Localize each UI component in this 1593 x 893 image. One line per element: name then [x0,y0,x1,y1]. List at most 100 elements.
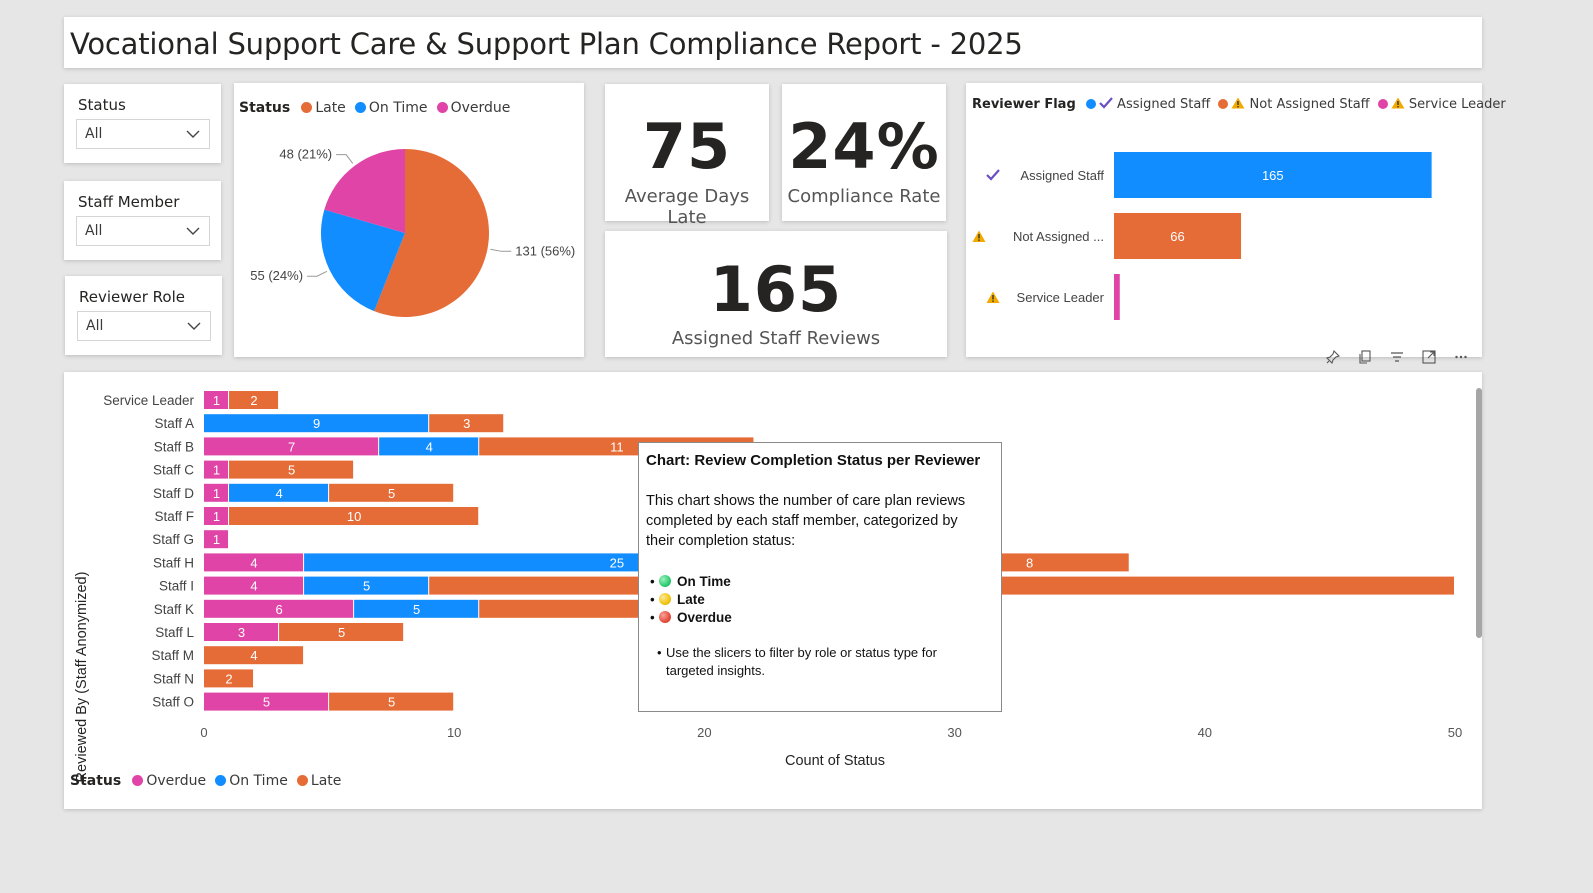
reviewer-flag-bar-chart[interactable]: 165 Assigned Staff 66 Not Assigned ... Servi… [966,83,1482,357]
late-legend-label: Late [310,773,342,789]
bar-data-label: 8 [1026,555,1033,570]
status-slicer-label: Status [78,96,126,114]
x-tick-label: 30 [947,725,961,740]
bullet: • [650,610,655,625]
x-axis-title: Count of Status [785,753,885,769]
stacked-legend-on-time[interactable]: On Time [215,773,288,789]
bar-data-label: 6 [275,602,282,617]
tooltip-item-label: Late [677,592,705,607]
stacked-legend-title: Status [70,773,122,789]
bar-data-label: 4 [250,579,257,594]
pie-leader-line [307,270,328,277]
status-pie-chart-panel[interactable]: Status Late On Time Overdue 131 (56%) 55 … [234,83,584,357]
filter-icon[interactable] [1390,350,1404,364]
bar-data-label: 1 [213,393,220,408]
avg-days-late-value: 75 [642,110,732,183]
on-time-legend-label: On Time [229,773,288,789]
focus-mode-icon[interactable] [1422,350,1436,364]
x-tick-label: 10 [447,725,461,740]
bar-data-label: 2 [225,671,232,686]
bar-data-label: 5 [288,463,295,478]
y-category-label: Staff A [154,416,194,431]
y-category-label: Staff B [154,439,194,454]
bar-data-label: 5 [388,695,395,710]
assigned-staff-reviews-value: 165 [709,253,843,326]
y-category-label: Staff D [153,486,194,501]
stacked-legend-overdue[interactable]: Overdue [132,773,206,789]
bar-data-label: 3 [463,416,470,431]
x-tick-label: 40 [1198,725,1212,740]
late-legend-dot [296,775,308,786]
staff-member-dropdown-value: All [85,223,103,239]
yellow-circle-icon [659,593,671,605]
copy-icon[interactable] [1358,350,1372,364]
report-title: Vocational Support Care & Support Plan C… [70,27,1023,61]
tooltip-note: • Use the slicers to filter by role or st… [657,644,986,680]
status-dropdown[interactable]: All [76,119,210,149]
bar-data-label: 3 [238,625,245,640]
bar-data-label: 1 [213,509,220,524]
pie-leader-line [490,248,512,252]
pin-icon[interactable] [1326,350,1340,364]
chart-info-tooltip: Chart: Review Completion Status per Revi… [638,442,1002,712]
staff-member-slicer-label: Staff Member [78,193,180,211]
flag-category-label: Service Leader [1017,290,1105,305]
bullet: • [650,574,655,589]
tooltip-item-overdue: • Overdue [650,610,732,625]
y-category-label: Service Leader [103,393,194,408]
pie-chart[interactable]: 131 (56%) 55 (24%) 48 (21%) [234,83,584,357]
bar-data-label: 7 [288,439,295,454]
bar-data-label: 5 [338,625,345,640]
visual-header-toolbar [1318,347,1476,367]
flag-bar-data-label: 165 [1262,168,1284,183]
reviewer-role-dropdown-value: All [86,318,104,334]
pie-data-label-late: 131 (56%) [515,243,575,258]
bar-data-label: 4 [275,486,282,501]
bar-data-label: 1 [213,532,220,547]
compliance-rate-label: Compliance Rate [787,186,941,207]
flag-bar-2[interactable] [1114,274,1120,320]
overdue-legend-dot [132,775,144,786]
y-category-label: Staff C [153,463,194,478]
assigned-staff-reviews-label: Assigned Staff Reviews [671,328,881,349]
tooltip-item-late: • Late [650,592,705,607]
tooltip-item-on-time: • On Time [650,574,731,589]
bullet: • [657,645,662,660]
y-category-label: Staff K [154,602,194,617]
reviewer-role-slicer: Reviewer Role All [65,276,222,355]
pie-leader-line [336,154,354,164]
warning-icon [986,291,1000,303]
chevron-down-icon [187,322,201,330]
bar-data-label: 4 [426,439,433,454]
pie-data-label-overdue: 48 (21%) [279,147,332,162]
y-category-label: Staff M [151,648,194,663]
red-circle-icon [659,611,671,623]
bar-data-label: 5 [388,486,395,501]
tooltip-note-text: Use the slicers to filter by role or sta… [666,645,937,678]
stacked-legend-late[interactable]: Late [296,773,342,789]
bar-data-label: 5 [413,602,420,617]
y-category-label: Staff O [152,695,194,710]
tooltip-item-label: On Time [677,574,731,589]
assigned-staff-reviews-card: 165 Assigned Staff Reviews [605,231,947,357]
flag-category-label: Not Assigned ... [1013,229,1104,244]
more-options-icon[interactable] [1454,350,1468,364]
status-dropdown-value: All [85,126,103,142]
bar-data-label: 10 [347,509,361,524]
vertical-scrollbar[interactable] [1476,388,1482,638]
warning-icon [972,230,986,242]
avg-days-late-card: 75 Average Days Late [605,84,769,228]
x-tick-label: 20 [697,725,711,740]
tooltip-body: This chart shows the number of care plan… [646,493,966,549]
bar-data-label: 11 [610,439,624,454]
on-time-legend-dot [215,775,227,786]
y-category-label: Staff I [159,579,194,594]
compliance-rate-value: 24% [788,110,940,183]
reviewer-role-dropdown[interactable]: All [77,311,211,341]
reviewer-flag-chart-panel[interactable]: Reviewer Flag Assigned Staff Not Assigne… [966,83,1506,357]
flag-category-label: Assigned Staff [1020,168,1104,183]
staff-member-dropdown[interactable]: All [76,216,210,246]
green-circle-icon [659,575,671,587]
compliance-rate-card: 24% Compliance Rate [782,84,946,221]
bar-data-label: 4 [250,648,257,663]
